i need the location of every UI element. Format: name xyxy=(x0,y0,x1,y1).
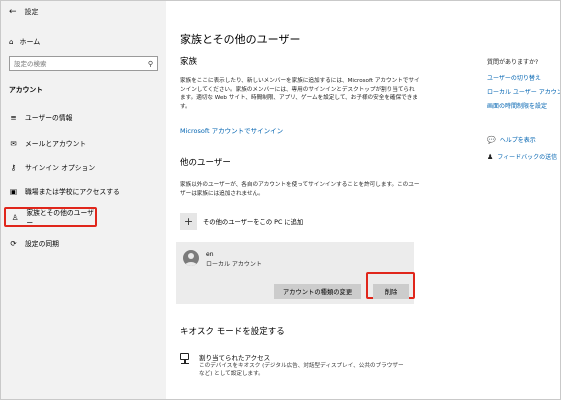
monitor-icon xyxy=(180,352,191,365)
sidebar-item-label: サインイン オプション xyxy=(25,164,96,172)
sidebar-item-work-school[interactable]: ▣ 職場または学校にアクセスする xyxy=(9,184,120,198)
person-icon: ♙ xyxy=(11,212,19,222)
home-label: ホーム xyxy=(19,38,41,46)
questions-heading: 質問がありますか? xyxy=(487,59,539,66)
sidebar-item-label: 家族とその他のユーザー xyxy=(26,209,94,227)
user-account-type: ローカル アカウント xyxy=(206,261,262,268)
sidebar-item-label: メールとアカウント xyxy=(25,140,87,148)
sidebar-item-user-info[interactable]: ≡ ユーザーの情報 xyxy=(9,110,72,124)
help-link[interactable]: 💬 ヘルプを表示 xyxy=(487,135,536,145)
feedback-link[interactable]: ♟ フィードバックの送信 xyxy=(487,152,558,162)
search-input[interactable] xyxy=(14,59,144,68)
sidebar-item-family[interactable]: ♙ 家族とその他のユーザー xyxy=(4,207,97,227)
search-box[interactable]: ⚲ xyxy=(9,56,158,71)
page-title: 家族とその他のユーザー xyxy=(180,33,301,46)
right-panel: 質問がありますか? ユーザーの切り替え ローカル ユーザー アカウントの 画面の… xyxy=(477,1,560,399)
sidebar-item-label: ユーザーの情報 xyxy=(25,114,73,122)
feedback-label: フィードバックの送信 xyxy=(497,154,558,161)
help-label: ヘルプを表示 xyxy=(499,137,536,144)
family-description: 家族をここに表示したり、新しいメンバーを家族に追加するには、Microsoft … xyxy=(180,78,420,110)
title-bar: ← 設定 xyxy=(9,7,39,17)
assigned-access-title: 割り当てられたアクセス xyxy=(199,354,271,362)
sidebar: ← 設定 ⌂ ホーム ⚲ アカウント ≡ ユーザーの情報 ✉ メールとアカウント… xyxy=(1,1,166,399)
sidebar-item-label: 職場または学校にアクセスする xyxy=(25,188,120,196)
sidebar-item-signin[interactable]: ⚷ サインイン オプション xyxy=(9,160,95,174)
family-heading: 家族 xyxy=(180,57,198,67)
sidebar-item-sync[interactable]: ⟳ 設定の同期 xyxy=(9,236,59,250)
change-account-type-button[interactable]: アカウントの種類の変更 xyxy=(274,284,361,299)
briefcase-icon: ▣ xyxy=(9,186,18,196)
sidebar-item-mail[interactable]: ✉ メールとアカウント xyxy=(9,136,86,150)
screen-time-link[interactable]: 画面の時間制限を設定 xyxy=(487,101,547,110)
main-content: 家族とその他のユーザー 家族 家族をここに表示したり、新しいメンバーを家族に追加… xyxy=(166,1,466,399)
add-user-button[interactable]: + その他のユーザーをこの PC に追加 xyxy=(180,213,303,230)
section-title: アカウント xyxy=(9,86,43,94)
home-icon: ⌂ xyxy=(9,38,14,46)
local-account-link[interactable]: ローカル ユーザー アカウントの xyxy=(487,87,560,96)
add-user-label: その他のユーザーをこの PC に追加 xyxy=(203,219,304,226)
kiosk-heading: キオスク モードを設定する xyxy=(180,327,285,337)
user-name: en xyxy=(206,251,214,258)
other-users-description: 家族以外のユーザーが、各自のアカウントを使ってサインインすることを許可します。こ… xyxy=(180,182,420,197)
home-link[interactable]: ⌂ ホーム xyxy=(9,37,40,47)
other-users-heading: 他のユーザー xyxy=(180,158,231,168)
plus-icon: + xyxy=(180,213,197,230)
key-icon: ⚷ xyxy=(10,162,17,172)
mail-icon: ✉ xyxy=(10,138,17,148)
microsoft-signin-link[interactable]: Microsoft アカウントでサインイン xyxy=(180,125,283,135)
switch-user-link[interactable]: ユーザーの切り替え xyxy=(487,73,541,82)
search-icon[interactable]: ⚲ xyxy=(148,60,153,68)
user-card[interactable]: en ローカル アカウント アカウントの種類の変更 削除 xyxy=(176,242,415,304)
feedback-icon: ♟ xyxy=(487,152,494,161)
window-title: 設定 xyxy=(24,8,39,16)
settings-window: ← 設定 ⌂ ホーム ⚲ アカウント ≡ ユーザーの情報 ✉ メールとアカウント… xyxy=(0,0,561,400)
help-chat-icon: 💬 xyxy=(487,135,496,144)
assigned-access-description: このデバイスをキオスク (デジタル広告、対話型ディスプレイ、公共のブラウザーなど… xyxy=(199,363,404,377)
assigned-access-item[interactable]: 割り当てられたアクセス このデバイスをキオスク (デジタル広告、対話型ディスプレ… xyxy=(180,352,409,378)
delete-button[interactable]: 削除 xyxy=(373,284,409,299)
sidebar-item-label: 設定の同期 xyxy=(25,240,59,248)
sync-icon: ⟳ xyxy=(10,238,17,248)
back-arrow-icon[interactable]: ← xyxy=(9,7,17,17)
avatar xyxy=(183,250,199,266)
user-info-icon: ≡ xyxy=(10,112,17,122)
